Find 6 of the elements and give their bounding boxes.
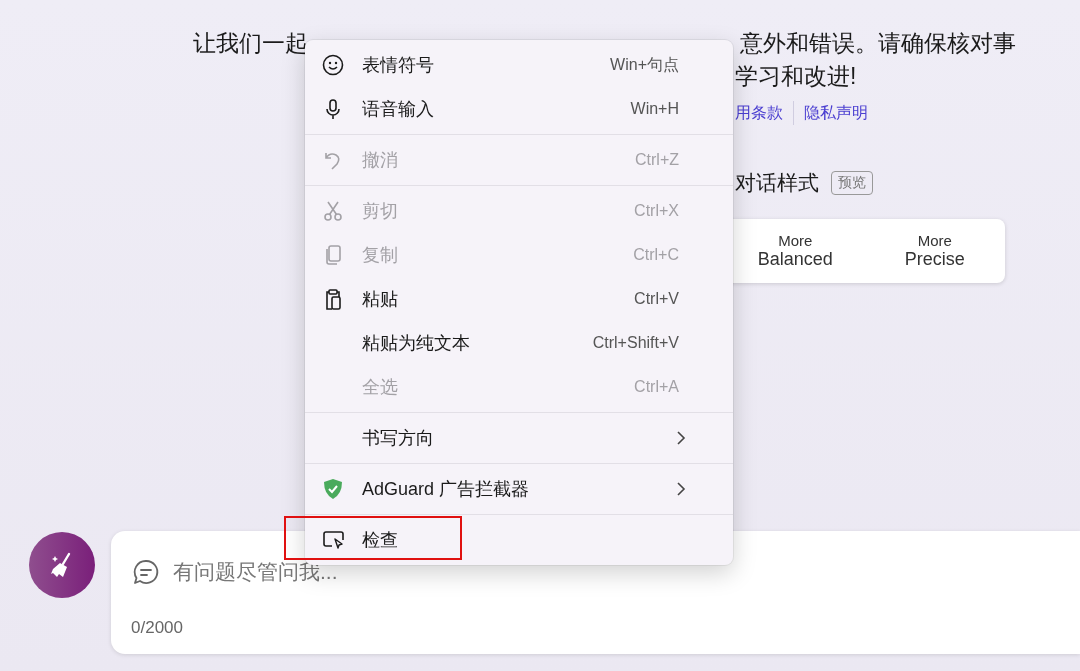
intro-text: 让我们一起 — [193, 29, 309, 58]
intro-text: 意外和错误。请确保核对事 — [740, 29, 1016, 58]
preview-badge: 预览 — [831, 171, 873, 195]
character-counter: 0/2000 — [131, 618, 184, 638]
style-heading: 对话样式 — [735, 170, 819, 196]
intro-text: 学习和改进! — [735, 62, 858, 91]
